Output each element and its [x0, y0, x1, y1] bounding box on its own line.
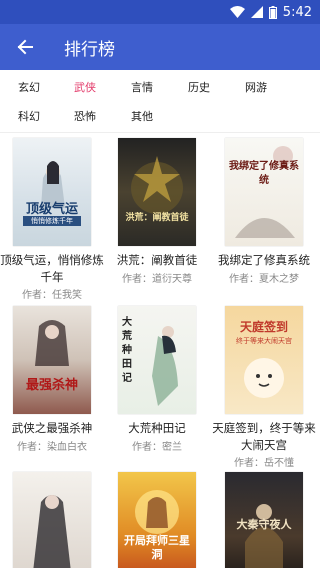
- page-title: 排行榜: [64, 40, 115, 60]
- book-cover: 洪荒：阐教首徒: [105, 138, 209, 246]
- tab-lishi[interactable]: 历史: [173, 79, 225, 95]
- cover-title-text: 最强杀神: [25, 378, 78, 393]
- app-bar: 排行榜: [0, 24, 320, 70]
- cover-title-text: 洪荒：阐教首徒: [125, 213, 189, 223]
- tab-kongbu[interactable]: 恐怖: [59, 108, 111, 124]
- status-time: 5:42: [282, 4, 312, 20]
- book-cover: 大秦守夜人: [212, 472, 316, 568]
- cover-title-text: 大荒种田记: [122, 317, 132, 384]
- cover-title-text: 大秦守夜人: [236, 518, 292, 531]
- cover-title-text: 顶级气运: [25, 202, 78, 217]
- battery-icon: [268, 5, 277, 19]
- book-title: 天庭签到，终于等来大闹天宫: [212, 421, 316, 452]
- status-bar: 5:42: [0, 0, 320, 24]
- cover-title-text: 我绑定了修真系统: [229, 161, 299, 186]
- book-cover: 顶级气运 悄悄修炼千年: [0, 138, 104, 246]
- status-icons: 5:42: [229, 4, 312, 20]
- book-author: 作者：夏木之梦: [229, 274, 299, 285]
- book-author: 作者：任我笑: [22, 290, 82, 301]
- book-author: 作者：染血白衣: [17, 442, 87, 453]
- cover-subtitle-text: 悄悄修炼千年: [23, 216, 81, 226]
- book-title: 洪荒：阐教首徒: [116, 253, 198, 267]
- book-title: 武侠之最强杀神: [11, 421, 93, 435]
- wifi-icon: [229, 6, 245, 18]
- book-title: 顶级气运，悄悄修炼千年: [0, 253, 104, 284]
- book-cover: 大荒种田记: [105, 306, 209, 414]
- tab-xuanhuan[interactable]: 玄幻: [3, 79, 55, 95]
- cover-subtitle-text: 终于等来大闹天宫: [236, 337, 292, 345]
- book-cover: [0, 472, 104, 568]
- cover-title-text: 天庭签到: [239, 320, 288, 334]
- book-title: 大荒种田记: [128, 421, 186, 435]
- book-author: 作者：岳不懂: [234, 458, 294, 469]
- book-cover: 开局拜师三星洞: [105, 472, 209, 568]
- book-title: 我绑定了修真系统: [218, 253, 310, 267]
- back-button[interactable]: [12, 34, 38, 60]
- book-cover: 最强杀神: [0, 306, 104, 414]
- arrow-left-icon: [17, 39, 33, 55]
- tab-wangyou[interactable]: 网游: [230, 79, 282, 95]
- book-author: 作者：密兰: [132, 442, 182, 453]
- tab-qita[interactable]: 其他: [116, 108, 168, 124]
- cover-title-text: 开局拜师三星洞: [124, 534, 190, 561]
- book-cover: 天庭签到 终于等来大闹天宫: [212, 306, 316, 414]
- book-cover: 我绑定了修真系统: [212, 138, 316, 246]
- book-author: 作者：道衍天尊: [122, 274, 192, 285]
- category-tabs: 玄幻 武侠 言情 历史 网游 科幻 恐怖 其他: [0, 70, 320, 132]
- tabs-divider: [0, 132, 320, 133]
- signal-icon: [250, 6, 263, 18]
- tab-yanqing[interactable]: 言情: [116, 79, 168, 95]
- tab-wuxia[interactable]: 武侠: [59, 79, 111, 95]
- tab-kehuan[interactable]: 科幻: [3, 108, 55, 124]
